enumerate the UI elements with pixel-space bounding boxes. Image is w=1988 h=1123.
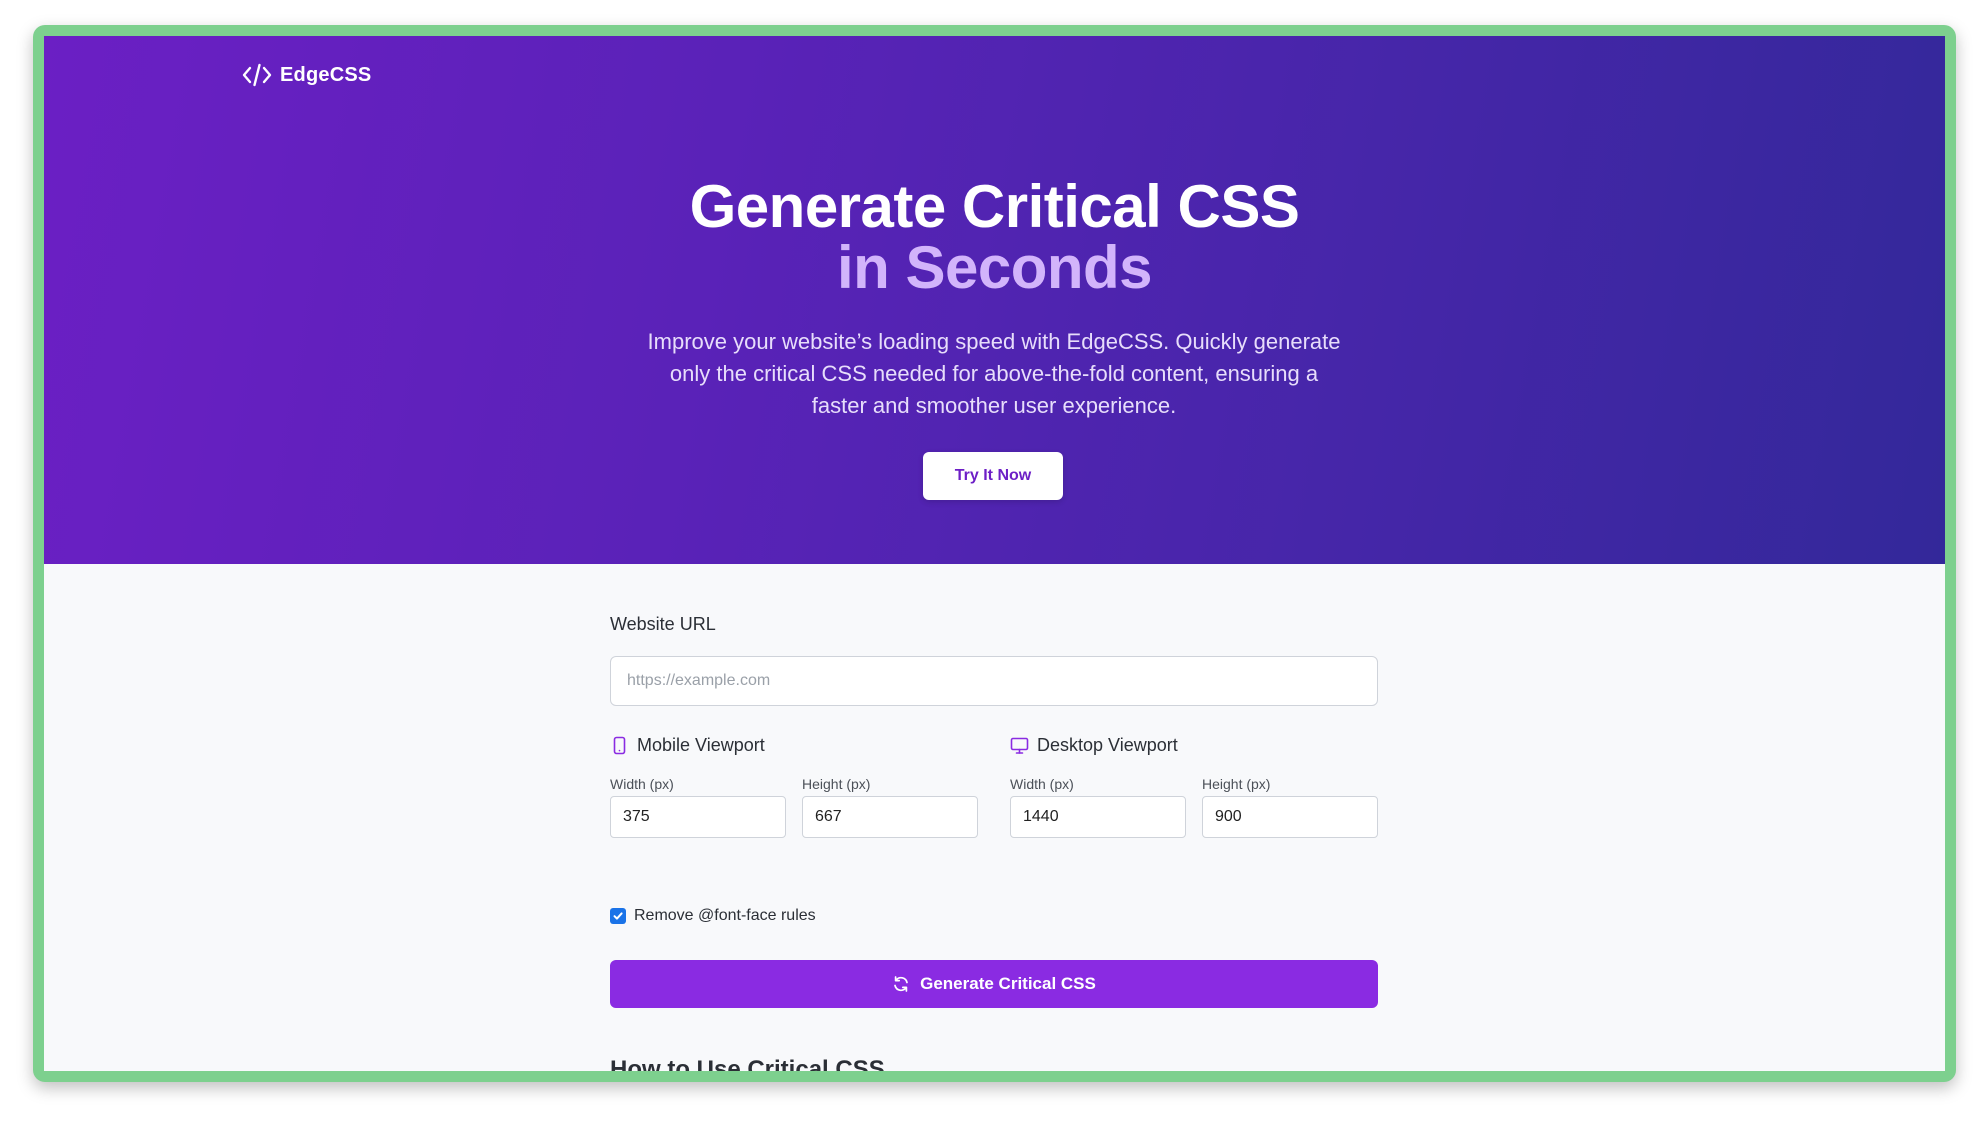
desktop-height-field: Height (px) bbox=[1202, 776, 1378, 838]
desktop-height-input[interactable] bbox=[1202, 796, 1378, 838]
mobile-width-input[interactable] bbox=[610, 796, 786, 838]
mobile-width-field: Width (px) bbox=[610, 776, 786, 838]
try-it-now-button[interactable]: Try It Now bbox=[923, 452, 1063, 500]
page-viewport: EdgeCSS Generate Critical CSS in Seconds… bbox=[44, 36, 1945, 1071]
generate-critical-css-button[interactable]: Generate Critical CSS bbox=[610, 960, 1378, 1008]
remove-fontface-checkbox[interactable] bbox=[610, 908, 626, 924]
checkmark-icon bbox=[613, 912, 623, 920]
brand-name: EdgeCSS bbox=[280, 63, 372, 86]
mobile-height-field: Height (px) bbox=[802, 776, 978, 838]
mobile-viewport-group: Mobile Viewport Width (px) Height (px) bbox=[610, 732, 978, 838]
hero-title-line1: Generate Critical CSS bbox=[689, 173, 1300, 240]
hero-title-line2: in Seconds bbox=[836, 234, 1153, 301]
mobile-viewport-heading: Mobile Viewport bbox=[610, 732, 978, 758]
website-url-label: Website URL bbox=[610, 614, 716, 634]
brand-logo[interactable]: EdgeCSS bbox=[242, 62, 371, 88]
desktop-width-input[interactable] bbox=[1010, 796, 1186, 838]
mobile-viewport-title: Mobile Viewport bbox=[637, 734, 765, 755]
refresh-icon bbox=[894, 976, 908, 992]
hero-description: Improve your website’s loading speed wit… bbox=[647, 329, 1341, 418]
hero-title: Generate Critical CSS in Seconds bbox=[44, 176, 1945, 298]
code-icon bbox=[242, 63, 272, 87]
website-url-input[interactable] bbox=[610, 656, 1378, 706]
desktop-viewport-title: Desktop Viewport bbox=[1037, 734, 1178, 755]
how-to-use-heading: How to Use Critical CSS bbox=[610, 1056, 885, 1071]
desktop-width-label: Width (px) bbox=[1010, 776, 1074, 792]
generate-button-label: Generate Critical CSS bbox=[920, 974, 1096, 993]
mobile-height-label: Height (px) bbox=[802, 776, 871, 792]
mobile-height-input[interactable] bbox=[802, 796, 978, 838]
hero-section: EdgeCSS Generate Critical CSS in Seconds… bbox=[44, 36, 1945, 564]
mobile-icon bbox=[613, 736, 626, 754]
desktop-viewport-group: Desktop Viewport Width (px) Height (px) bbox=[1010, 732, 1378, 838]
remove-fontface-option: Remove @font-face rules bbox=[610, 907, 816, 925]
desktop-height-label: Height (px) bbox=[1202, 776, 1271, 792]
monitor-icon bbox=[1010, 737, 1029, 754]
remove-fontface-label[interactable]: Remove @font-face rules bbox=[634, 907, 816, 925]
desktop-width-field: Width (px) bbox=[1010, 776, 1186, 838]
mobile-width-label: Width (px) bbox=[610, 776, 674, 792]
desktop-viewport-heading: Desktop Viewport bbox=[1010, 732, 1378, 758]
